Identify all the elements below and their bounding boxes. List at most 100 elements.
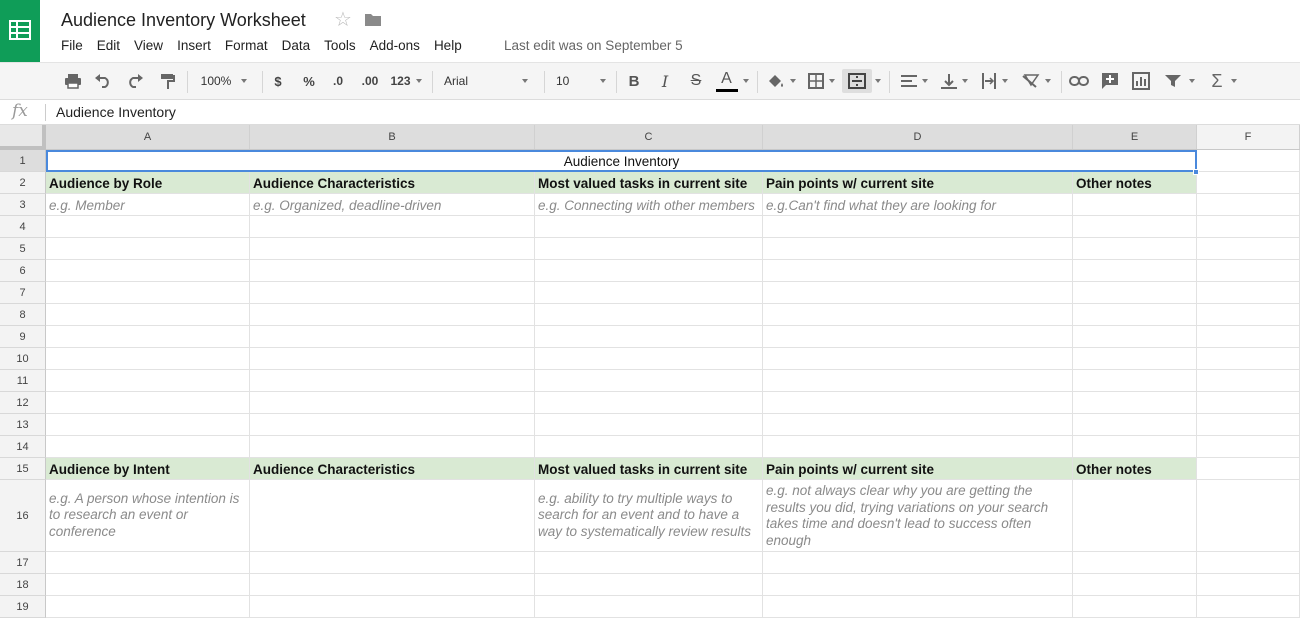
column-label-cell[interactable]: Other notes: [1073, 172, 1197, 194]
grid-cell[interactable]: [1197, 552, 1300, 574]
column-header-b[interactable]: B: [250, 125, 535, 149]
grid-cell[interactable]: [535, 370, 763, 392]
grid-cell[interactable]: [1197, 480, 1300, 552]
column-label-cell[interactable]: Pain points w/ current site: [763, 172, 1073, 194]
grid-cell[interactable]: [763, 238, 1073, 260]
increase-decimal-button[interactable]: .00: [356, 69, 384, 93]
column-header-f[interactable]: F: [1197, 125, 1300, 149]
grid-cell[interactable]: [535, 238, 763, 260]
column-header-e[interactable]: E: [1073, 125, 1197, 149]
grid-cell[interactable]: [1073, 392, 1197, 414]
grid-cell[interactable]: [1197, 436, 1300, 458]
sheets-logo[interactable]: [0, 0, 40, 62]
example-cell[interactable]: e.g. not always clear why you are gettin…: [763, 480, 1073, 552]
column-label-cell[interactable]: Most valued tasks in current site: [535, 458, 763, 480]
horizontal-align-button[interactable]: [896, 69, 932, 93]
bold-button[interactable]: B: [624, 69, 644, 93]
menu-data[interactable]: Data: [275, 37, 318, 57]
sheet-title-cell[interactable]: Audience Inventory: [46, 150, 1197, 172]
grid-cell[interactable]: [1073, 370, 1197, 392]
menu-tools[interactable]: Tools: [317, 37, 363, 57]
grid-cell[interactable]: [1073, 596, 1197, 618]
text-rotation-button[interactable]: [1018, 69, 1054, 93]
grid-cell[interactable]: [1073, 326, 1197, 348]
grid-cell[interactable]: [1073, 552, 1197, 574]
grid-cell[interactable]: [1073, 348, 1197, 370]
grid-cell[interactable]: [46, 216, 250, 238]
grid-cell[interactable]: [46, 238, 250, 260]
grid-cell[interactable]: [250, 304, 535, 326]
menu-edit[interactable]: Edit: [90, 37, 127, 57]
column-label-cell[interactable]: Pain points w/ current site: [763, 458, 1073, 480]
example-cell[interactable]: e.g. Connecting with other members: [535, 194, 763, 216]
column-label-cell[interactable]: Audience Characteristics: [250, 172, 535, 194]
merge-cells-caret[interactable]: [872, 69, 884, 93]
grid-cell[interactable]: [535, 436, 763, 458]
strikethrough-button[interactable]: S: [686, 69, 706, 93]
grid-cell[interactable]: [250, 282, 535, 304]
grid-cell[interactable]: [1197, 326, 1300, 348]
grid-cell[interactable]: [535, 282, 763, 304]
example-cell[interactable]: e.g. Organized, deadline-driven: [250, 194, 535, 216]
grid-cell[interactable]: [1197, 260, 1300, 282]
grid-cell[interactable]: [1197, 194, 1300, 216]
grid-cell[interactable]: [535, 552, 763, 574]
grid-cell[interactable]: [1197, 596, 1300, 618]
grid-cell[interactable]: [250, 326, 535, 348]
font-family-select[interactable]: Arial: [440, 69, 532, 93]
example-cell[interactable]: [1073, 480, 1197, 552]
grid-cell[interactable]: [46, 436, 250, 458]
grid-cell[interactable]: [250, 370, 535, 392]
example-cell[interactable]: e.g. Member: [46, 194, 250, 216]
grid-cell[interactable]: [250, 414, 535, 436]
insert-link-icon[interactable]: [1068, 69, 1090, 93]
row-header[interactable]: 14: [0, 436, 46, 458]
grid-cell[interactable]: [250, 552, 535, 574]
grid-cell[interactable]: [1073, 282, 1197, 304]
undo-icon[interactable]: [92, 69, 114, 93]
grid-cell[interactable]: [535, 348, 763, 370]
grid-cell[interactable]: [1197, 458, 1300, 480]
grid-cell[interactable]: [763, 326, 1073, 348]
example-cell[interactable]: e.g. ability to try multiple ways to sea…: [535, 480, 763, 552]
vertical-align-button[interactable]: [936, 69, 972, 93]
grid-cell[interactable]: [763, 414, 1073, 436]
merge-cells-button[interactable]: [842, 69, 872, 93]
grid-cell[interactable]: [1197, 238, 1300, 260]
row-header[interactable]: 10: [0, 348, 46, 370]
row-header[interactable]: 16: [0, 480, 46, 552]
grid-cell[interactable]: [1197, 370, 1300, 392]
column-header-d[interactable]: D: [763, 125, 1073, 149]
grid-cell[interactable]: [763, 436, 1073, 458]
text-color-button[interactable]: A: [714, 69, 750, 93]
filter-button[interactable]: [1162, 69, 1198, 93]
grid-cell[interactable]: [46, 348, 250, 370]
grid-cell[interactable]: [1197, 216, 1300, 238]
row-header[interactable]: 5: [0, 238, 46, 260]
grid-cell[interactable]: [46, 370, 250, 392]
decrease-decimal-button[interactable]: .0: [326, 69, 350, 93]
insert-comment-icon[interactable]: [1099, 69, 1121, 93]
grid-cell[interactable]: [763, 304, 1073, 326]
menu-help[interactable]: Help: [427, 37, 469, 57]
grid-cell[interactable]: [1073, 260, 1197, 282]
grid-cell[interactable]: [763, 574, 1073, 596]
row-header[interactable]: 18: [0, 574, 46, 596]
column-label-cell[interactable]: Most valued tasks in current site: [535, 172, 763, 194]
row-header[interactable]: 9: [0, 326, 46, 348]
grid-cell[interactable]: [763, 282, 1073, 304]
menu-add-ons[interactable]: Add-ons: [363, 37, 427, 57]
grid-cell[interactable]: [1197, 574, 1300, 596]
grid-cell[interactable]: [46, 552, 250, 574]
grid-cell[interactable]: [46, 304, 250, 326]
grid-cell[interactable]: [535, 596, 763, 618]
grid-cell[interactable]: [535, 326, 763, 348]
grid-cell[interactable]: [535, 216, 763, 238]
menu-format[interactable]: Format: [218, 37, 275, 57]
grid-cell[interactable]: [46, 574, 250, 596]
grid-cell[interactable]: [46, 392, 250, 414]
grid-cell[interactable]: [1197, 392, 1300, 414]
selection-fill-handle[interactable]: [1193, 169, 1199, 175]
row-header[interactable]: 19: [0, 596, 46, 618]
folder-icon[interactable]: [364, 12, 382, 32]
